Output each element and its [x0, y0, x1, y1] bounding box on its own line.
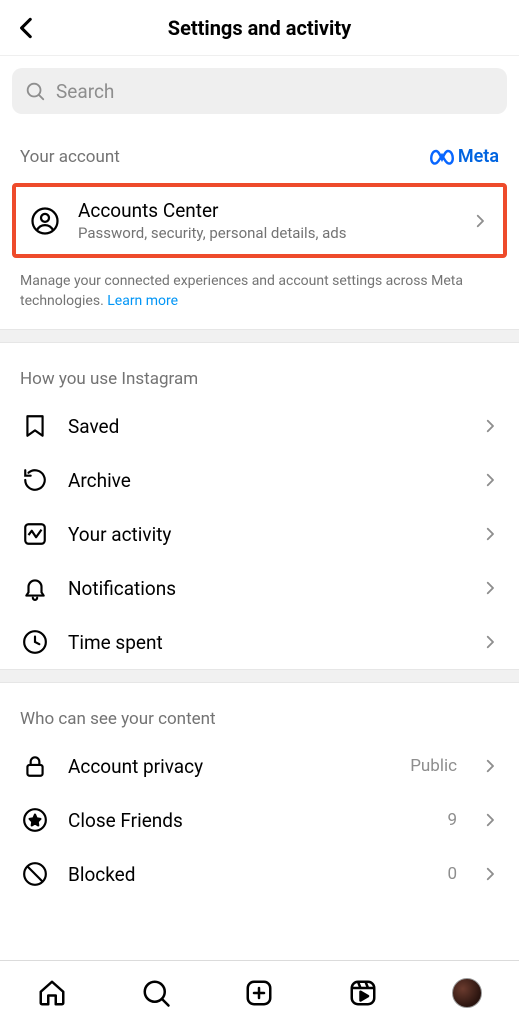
- chevron-right-icon: [481, 633, 499, 651]
- section-label-visibility: Who can see your content: [20, 709, 216, 729]
- section-label-usage: How you use Instagram: [20, 369, 198, 389]
- account-privacy-value: Public: [410, 756, 457, 776]
- chevron-right-icon: [481, 865, 499, 883]
- star-circle-icon: [20, 807, 50, 833]
- chevron-right-icon: [481, 757, 499, 775]
- meta-infinity-icon: [430, 149, 454, 165]
- person-circle-icon: [30, 206, 60, 236]
- activity-icon: [20, 521, 50, 547]
- your-activity-label: Your activity: [68, 523, 463, 546]
- back-chevron-icon: [14, 15, 40, 41]
- accounts-center-highlight: Accounts Center Password, security, pers…: [12, 183, 507, 258]
- section-label-account: Your account: [20, 147, 120, 167]
- meta-brand-text: Meta: [458, 146, 499, 167]
- account-privacy-row[interactable]: Account privacy Public: [0, 739, 519, 793]
- time-spent-row[interactable]: Time spent: [0, 615, 519, 669]
- reels-tab[interactable]: [343, 973, 383, 1013]
- home-icon: [37, 978, 67, 1008]
- page-title: Settings and activity: [0, 16, 519, 40]
- chevron-right-icon: [481, 471, 499, 489]
- profile-avatar-icon: [452, 978, 482, 1008]
- close-friends-row[interactable]: Close Friends 9: [0, 793, 519, 847]
- meta-brand: Meta: [430, 146, 499, 167]
- section-divider: [0, 329, 519, 343]
- bookmark-icon: [20, 413, 50, 439]
- home-tab[interactable]: [32, 973, 72, 1013]
- archive-row[interactable]: Archive: [0, 453, 519, 507]
- learn-more-link[interactable]: Learn more: [107, 293, 178, 309]
- clock-icon: [20, 629, 50, 655]
- notifications-label: Notifications: [68, 577, 463, 600]
- plus-square-icon: [244, 978, 274, 1008]
- accounts-center-title: Accounts Center: [78, 199, 453, 222]
- chevron-right-icon: [481, 417, 499, 435]
- chevron-right-icon: [481, 525, 499, 543]
- back-button[interactable]: [14, 15, 40, 41]
- accounts-center-row[interactable]: Accounts Center Password, security, pers…: [16, 187, 503, 254]
- bell-icon: [20, 575, 50, 601]
- reels-icon: [348, 978, 378, 1008]
- header: Settings and activity: [0, 0, 519, 56]
- close-friends-value: 9: [447, 810, 457, 830]
- account-privacy-label: Account privacy: [68, 755, 392, 778]
- blocked-row[interactable]: Blocked 0: [0, 847, 519, 901]
- section-divider: [0, 669, 519, 683]
- content-scroll: Search Your account Meta Accounts Center…: [0, 56, 519, 960]
- your-activity-row[interactable]: Your activity: [0, 507, 519, 561]
- search-icon: [141, 978, 171, 1008]
- search-placeholder: Search: [56, 80, 114, 103]
- archive-icon: [20, 467, 50, 493]
- lock-icon: [20, 753, 50, 779]
- blocked-icon: [20, 861, 50, 887]
- search-input[interactable]: Search: [12, 68, 507, 114]
- saved-row[interactable]: Saved: [0, 399, 519, 453]
- accounts-center-description: Manage your connected experiences and ac…: [0, 264, 519, 329]
- search-icon: [24, 80, 46, 102]
- create-tab[interactable]: [239, 973, 279, 1013]
- bottom-tabbar: [0, 960, 519, 1024]
- chevron-right-icon: [481, 811, 499, 829]
- time-spent-label: Time spent: [68, 631, 463, 654]
- notifications-row[interactable]: Notifications: [0, 561, 519, 615]
- blocked-label: Blocked: [68, 863, 429, 886]
- saved-label: Saved: [68, 415, 463, 438]
- accounts-center-subtitle: Password, security, personal details, ad…: [78, 224, 453, 242]
- blocked-value: 0: [447, 864, 457, 884]
- close-friends-label: Close Friends: [68, 809, 429, 832]
- chevron-right-icon: [481, 579, 499, 597]
- search-tab[interactable]: [136, 973, 176, 1013]
- chevron-right-icon: [471, 212, 489, 230]
- archive-label: Archive: [68, 469, 463, 492]
- profile-tab[interactable]: [447, 973, 487, 1013]
